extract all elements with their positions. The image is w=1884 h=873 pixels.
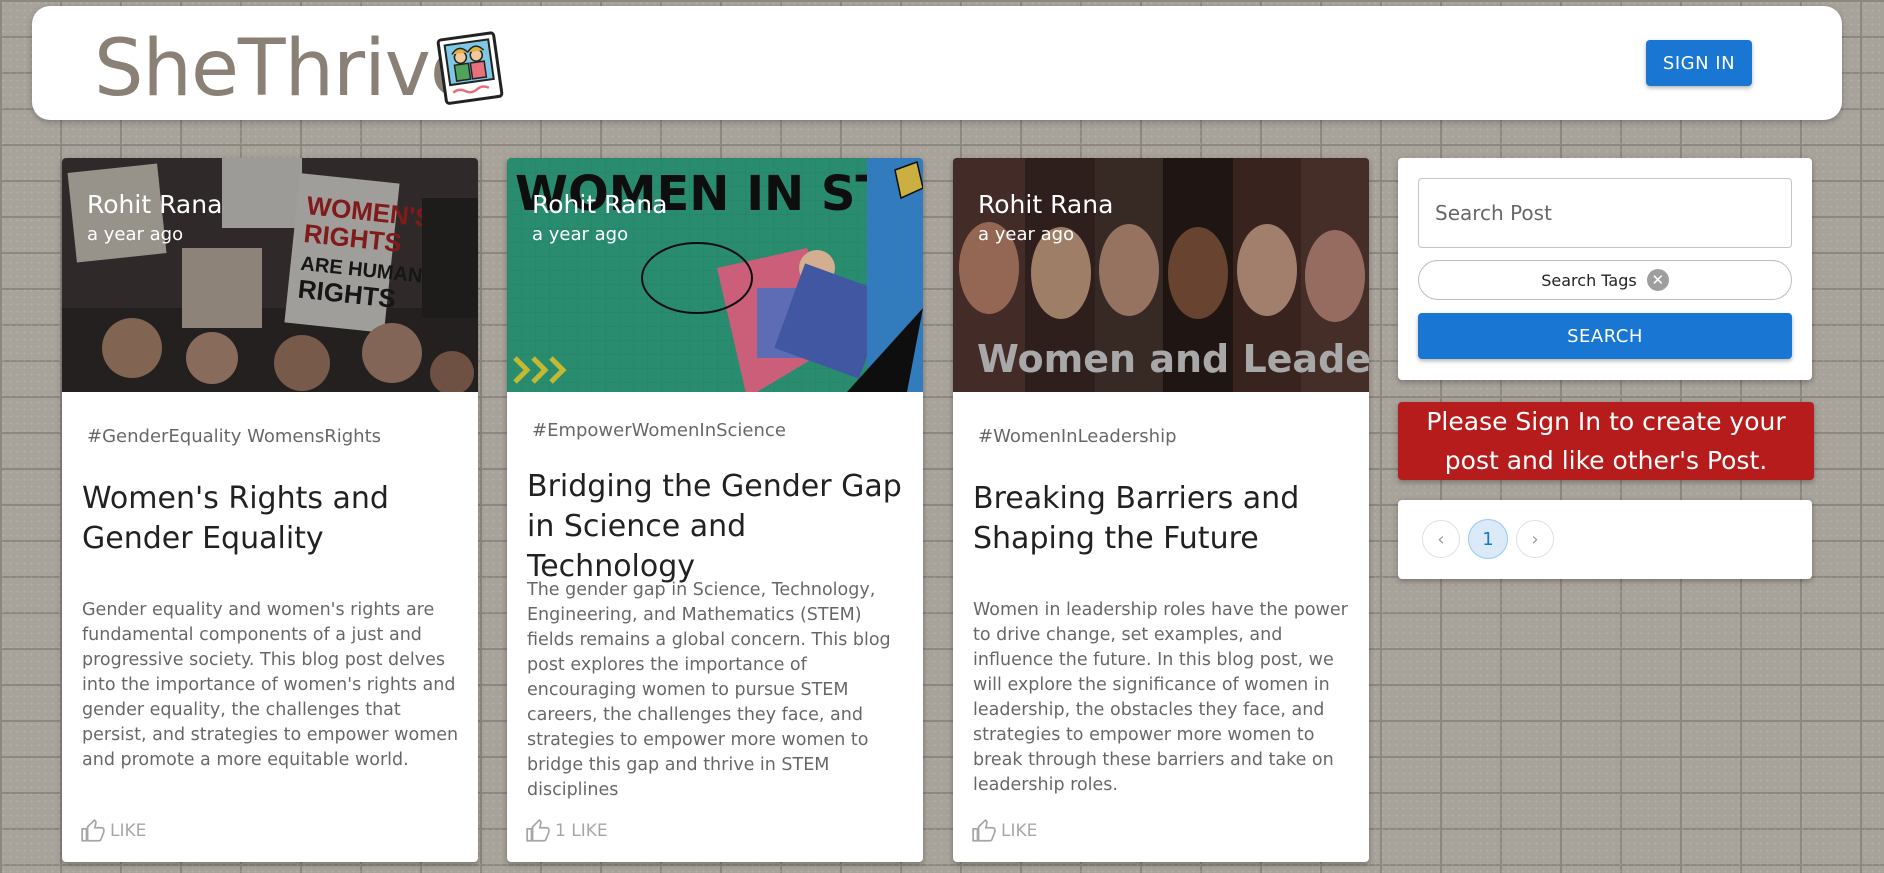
- page-button-current[interactable]: 1: [1468, 519, 1508, 559]
- like-button[interactable]: 1 LIKE: [525, 818, 608, 844]
- like-button[interactable]: LIKE: [80, 818, 146, 844]
- search-input[interactable]: [1418, 178, 1792, 248]
- post-image: WOMEN IN STEM Rohit Rana a year ago: [507, 158, 923, 392]
- sign-in-notice: Please Sign In to create your post and l…: [1398, 402, 1814, 480]
- post-image: Women and Leadershi Rohit Rana a year ag…: [953, 158, 1369, 392]
- post-body: Gender equality and women's rights are f…: [82, 600, 459, 770]
- thumb-up-icon: [972, 818, 996, 842]
- post-tags: #WomenInLeadership: [978, 426, 1177, 447]
- post-author: Rohit Rana: [978, 190, 1114, 219]
- post-body: The gender gap in Science, Technology, E…: [527, 580, 891, 800]
- thumb-up-icon: [526, 818, 550, 842]
- pagination-panel: ‹ 1 ›: [1398, 500, 1812, 579]
- post-card: Women and Leadershi Rohit Rana a year ag…: [953, 158, 1369, 862]
- chevron-left-icon: ‹: [1437, 528, 1445, 550]
- logo-text[interactable]: SheThrive: [94, 24, 478, 114]
- post-image: WOMEN'S RIGHTS ARE HUMAN RIGHTS Rohit Ra…: [62, 158, 478, 392]
- like-label: LIKE: [1001, 821, 1038, 841]
- like-label: LIKE: [110, 821, 147, 841]
- post-author: Rohit Rana: [87, 190, 223, 219]
- sign-in-button[interactable]: SIGN IN: [1646, 40, 1752, 86]
- search-tags-label: Search Tags: [1541, 270, 1637, 290]
- chevron-right-icon: ›: [1531, 528, 1539, 550]
- search-panel: Search Tags ✕ SEARCH: [1398, 158, 1812, 380]
- post-author: Rohit Rana: [532, 190, 668, 219]
- photo-frame-icon: [436, 31, 504, 105]
- post-time: a year ago: [532, 224, 629, 245]
- post-title[interactable]: Bridging the Gender Gap in Science and T…: [527, 467, 907, 587]
- post-title[interactable]: Breaking Barriers and Shaping the Future: [973, 479, 1353, 559]
- previous-page-button[interactable]: ‹: [1422, 520, 1460, 558]
- post-card: WOMEN'S RIGHTS ARE HUMAN RIGHTS Rohit Ra…: [62, 158, 478, 862]
- post-title[interactable]: Women's Rights and Gender Equality: [82, 479, 462, 559]
- app-header: SheThrive SIGN IN: [32, 6, 1842, 120]
- post-tags: #EmpowerWomenInScience: [532, 420, 786, 441]
- search-tags-chip[interactable]: Search Tags ✕: [1418, 260, 1792, 300]
- post-time: a year ago: [87, 224, 184, 245]
- like-button[interactable]: LIKE: [971, 818, 1037, 844]
- like-label: 1 LIKE: [555, 821, 608, 841]
- post-tags: #GenderEquality WomensRights: [87, 426, 382, 447]
- next-page-button[interactable]: ›: [1516, 520, 1554, 558]
- post-card: WOMEN IN STEM Rohit Rana a year ago #Emp…: [507, 158, 923, 862]
- post-time: a year ago: [978, 224, 1075, 245]
- clear-icon[interactable]: ✕: [1646, 269, 1669, 291]
- post-body: Women in leadership roles have the power…: [973, 600, 1348, 795]
- search-button[interactable]: SEARCH: [1418, 313, 1792, 359]
- thumb-up-icon: [81, 818, 105, 842]
